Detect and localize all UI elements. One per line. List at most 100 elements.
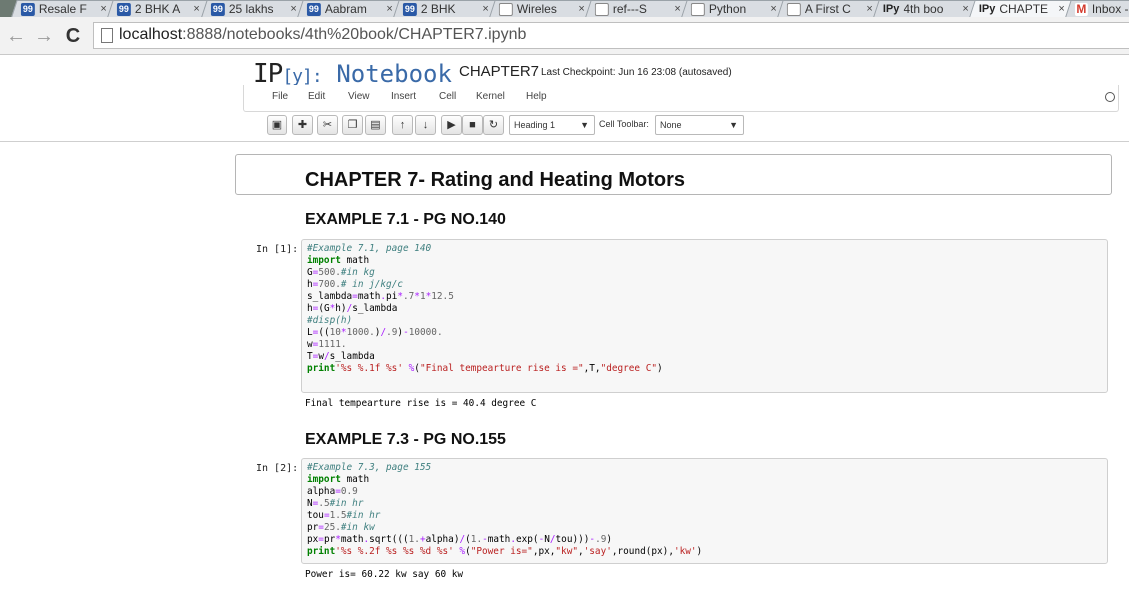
paste-icon: ▤ [370, 119, 381, 131]
document-icon [786, 2, 801, 16]
save-icon: ▣ [271, 119, 283, 131]
site-99acres-icon: 99 [210, 2, 225, 16]
browser-tab[interactable]: 99 Aabram × [297, 0, 401, 17]
url-text[interactable]: localhost:8888/notebooks/4th%20book/CHAP… [119, 26, 526, 44]
browser-tab[interactable]: IPy 4th boo × [873, 0, 977, 17]
site-99acres-icon: 99 [402, 2, 417, 16]
cell-type-value: Heading 1 [514, 120, 556, 130]
insert-cell-button[interactable]: ✚ [292, 115, 313, 135]
logo-notebook: Notebook [336, 60, 452, 88]
code-line: alpha=0.9 [307, 486, 358, 497]
page-icon [101, 28, 113, 43]
code-line: w=1111. [307, 339, 347, 350]
cell-toolbar-value: None [660, 120, 682, 130]
menu-cell[interactable]: Cell [439, 91, 456, 102]
reload-icon[interactable]: C [62, 25, 84, 47]
document-icon [594, 2, 609, 16]
browser-tab[interactable]: Wireles × [489, 0, 593, 17]
code-line: px=pr*math.sqrt(((1.+alpha)/(1.-math.exp… [307, 534, 613, 545]
close-tab-icon[interactable]: × [193, 3, 199, 15]
close-tab-icon[interactable]: × [1058, 3, 1064, 15]
menu-file[interactable]: File [272, 91, 288, 102]
browser-tab[interactable]: Python × [681, 0, 785, 17]
browser-toolbar: ← → C localhost:8888/notebooks/4th%20boo… [0, 17, 1129, 55]
output-cell-2: Power is= 60.22 kw say 60 kw [305, 569, 464, 580]
menu-edit[interactable]: Edit [308, 91, 325, 102]
code-line: s_lambda=math.pi*.7*1*12.5 [307, 291, 454, 302]
menu-help[interactable]: Help [526, 91, 547, 102]
tab-title: ref---S [612, 2, 647, 16]
browser-tab[interactable]: 99 Resale F × [11, 0, 115, 17]
menu-insert[interactable]: Insert [391, 91, 416, 102]
browser-tab[interactable]: 99 25 lakhs × [201, 0, 305, 17]
save-button[interactable]: ▣ [267, 115, 287, 135]
code-cell-2[interactable]: #Example 7.3, page 155 import math alpha… [301, 458, 1108, 564]
close-tab-icon[interactable]: × [674, 3, 680, 15]
notebook-toolbar: ▣ ✚ ✂ ❐ ▤ ↑ ↓ ▶ ■ ↻ Heading 1 ▼ Cell Tool… [0, 115, 1129, 137]
close-tab-icon[interactable]: × [386, 3, 392, 15]
ipython-icon: IPy [882, 2, 900, 15]
restart-icon: ↻ [488, 119, 499, 131]
example-7-3-heading: EXAMPLE 7.3 - PG NO.155 [305, 431, 506, 448]
menu-bar: File Edit View Insert Cell Kernel Help [243, 85, 1119, 112]
site-99acres-icon: 99 [20, 2, 35, 16]
browser-tab-active[interactable]: IPy CHAPTE × [969, 0, 1073, 17]
cell-toolbar-label: Cell Toolbar: [599, 119, 649, 129]
kernel-status-icon [1105, 92, 1115, 102]
example-7-1-heading: EXAMPLE 7.1 - PG NO.140 [305, 211, 506, 228]
dropdown-caret-icon: ▼ [580, 120, 589, 130]
arrow-down-icon: ↓ [422, 119, 429, 131]
move-up-button[interactable]: ↑ [392, 115, 413, 135]
address-bar[interactable]: localhost:8888/notebooks/4th%20book/CHAP… [93, 22, 1129, 49]
arrow-up-icon: ↑ [399, 119, 406, 131]
run-cell-button[interactable]: ▶ [441, 115, 462, 135]
close-tab-icon[interactable]: × [866, 3, 872, 15]
notebook-name[interactable]: CHAPTER7 [459, 63, 539, 80]
close-tab-icon[interactable]: × [100, 3, 106, 15]
tab-title: CHAPTE [999, 2, 1049, 16]
tab-title: Aabram [324, 2, 367, 16]
stop-icon: ■ [469, 119, 476, 131]
browser-tab-strip: 99 Resale F × 99 2 BHK A × 99 25 lakhs × 99 Aab… [0, 0, 1129, 17]
gmail-icon: M [1074, 1, 1088, 16]
copy-cell-button[interactable]: ❐ [342, 115, 363, 135]
code-cell-1[interactable]: #Example 7.1, page 140 import math G=500… [301, 239, 1108, 393]
browser-tab[interactable]: ref---S × [585, 0, 689, 17]
code-line: import math [307, 255, 370, 266]
restart-kernel-button[interactable]: ↻ [483, 115, 504, 135]
tab-title: Wireles [516, 2, 557, 16]
url-host: localhost [119, 26, 183, 43]
tab-title: 2 BHK [420, 2, 456, 16]
interrupt-kernel-button[interactable]: ■ [462, 115, 483, 135]
close-tab-icon[interactable]: × [962, 3, 968, 15]
menu-view[interactable]: View [348, 91, 370, 102]
browser-tab[interactable]: 99 2 BHK A × [107, 0, 208, 17]
close-tab-icon[interactable]: × [578, 3, 584, 15]
close-tab-icon[interactable]: × [770, 3, 776, 15]
tab-title: Inbox - [1091, 2, 1129, 16]
tab-title: Resale F [38, 2, 87, 16]
tab-title: 2 BHK A [134, 2, 181, 16]
menu-kernel[interactable]: Kernel [476, 91, 505, 102]
browser-tab[interactable]: 99 2 BHK × [393, 0, 497, 17]
close-tab-icon[interactable]: × [482, 3, 488, 15]
code-line: tou=1.5#in hr [307, 510, 381, 521]
tab-title: A First C [804, 2, 851, 16]
cell-type-select[interactable]: Heading 1 ▼ [509, 115, 595, 135]
browser-tab[interactable]: A First C × [777, 0, 881, 17]
scissors-icon: ✂ [322, 119, 333, 131]
output-cell-1: Final tempearture rise is = 40.4 degree … [305, 398, 537, 409]
close-tab-icon[interactable]: × [290, 3, 296, 15]
forward-arrow-icon[interactable]: → [33, 25, 55, 47]
chapter-title: CHAPTER 7- Rating and Heating Motors [305, 169, 686, 191]
back-arrow-icon[interactable]: ← [5, 25, 27, 47]
paste-cell-button[interactable]: ▤ [365, 115, 386, 135]
code-line: T=w/s_lambda [307, 351, 375, 362]
ipython-icon: IPy [978, 2, 996, 15]
browser-tab[interactable]: M Inbox - [1065, 0, 1129, 17]
site-99acres-icon: 99 [116, 2, 131, 16]
tab-title: 25 lakhs [228, 2, 274, 16]
cut-cell-button[interactable]: ✂ [317, 115, 338, 135]
move-down-button[interactable]: ↓ [415, 115, 436, 135]
cell-toolbar-select[interactable]: None ▼ [655, 115, 744, 135]
